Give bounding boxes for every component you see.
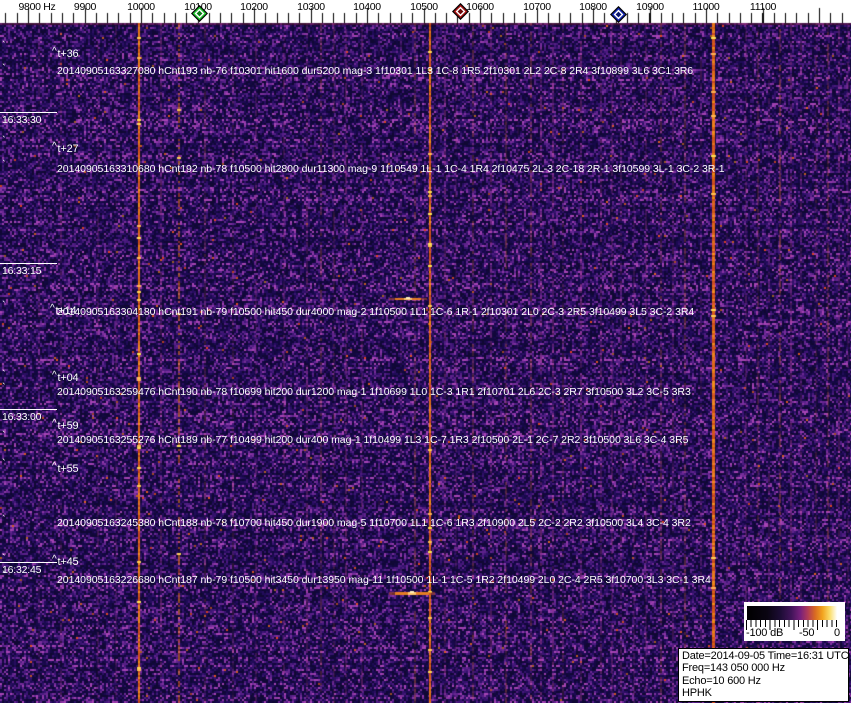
event-caret-icon: ^ <box>52 554 57 565</box>
info-line: Echo=10 600 Hz <box>682 674 761 687</box>
freq-tick-label: 10400 <box>353 1 381 13</box>
event-label-text: t+27 <box>57 143 79 155</box>
time-label: 16:33:30 <box>0 112 57 126</box>
row-tick-mark: ` <box>2 40 6 52</box>
echo-data-line: 20140905163259476 hCnt190 nb-78 f10699 h… <box>57 386 691 398</box>
time-tick-line <box>0 263 57 264</box>
freq-tick-label: 10800 <box>579 1 607 13</box>
red-diamond-marker[interactable] <box>451 2 469 20</box>
echo-data-line: 20140905163245380 hCnt188 nb-78 f10700 h… <box>57 517 691 529</box>
time-label: 16:32:45 <box>0 562 57 576</box>
spectrogram-canvas <box>0 0 851 703</box>
freq-tick-label: 10700 <box>523 1 551 13</box>
row-tick-mark: ` <box>2 369 6 381</box>
row-tick-mark: ` <box>2 553 6 565</box>
event-label-text: t+55 <box>57 463 79 475</box>
freq-tick-label: 10500 <box>410 1 438 13</box>
freq-tick-label: 11000 <box>692 1 720 13</box>
echo-data-line: 20140905163304180 hCnt191 nb-79 f10500 h… <box>57 306 695 318</box>
echo-data-line: 20140905163310680 hCnt192 nb-78 f10500 h… <box>57 163 725 175</box>
event-marker-label: ^t+36 <box>52 46 79 60</box>
event-marker-label: ^t+45 <box>52 554 79 568</box>
event-label-text: t+59 <box>57 420 79 432</box>
row-tick-mark: ` <box>2 382 6 394</box>
freq-tick-label: 9800 Hz <box>18 1 56 13</box>
info-line: HPHK <box>682 686 712 699</box>
time-label-text: 16:32:45 <box>2 564 42 576</box>
event-marker-label: ^t+04 <box>52 370 79 384</box>
event-caret-icon: ^ <box>50 303 55 314</box>
event-caret-icon: ^ <box>52 46 57 57</box>
event-marker-label: ^t+59 <box>52 418 79 432</box>
time-label-text: 16:33:00 <box>2 411 42 423</box>
time-label: 16:33:15 <box>0 263 57 277</box>
station-info-box: Date=2014-09-05 Time=16:31 UTC Freq=143 0… <box>678 648 849 702</box>
row-tick-mark: ` <box>2 300 6 312</box>
info-line: Freq=143 050 000 Hz <box>682 662 785 675</box>
time-label-text: 16:33:30 <box>2 114 42 126</box>
freq-tick-label: 10000 <box>127 1 155 13</box>
row-tick-mark: ` <box>2 135 6 147</box>
freq-tick-label: 10300 <box>297 1 325 13</box>
event-marker-label: ^t+27 <box>52 141 79 155</box>
event-label-text: t+45 <box>57 556 79 568</box>
freq-tick-label: 10600 <box>466 1 494 13</box>
db-scale-label: -100 dB <box>746 627 784 639</box>
event-label-text: t+36 <box>57 48 79 60</box>
echo-data-line: 20140905163226680 hCnt187 nb-79 f10500 h… <box>57 574 711 586</box>
row-tick-mark: ` <box>2 159 6 171</box>
row-tick-mark: ` <box>2 458 6 470</box>
echo-data-line: 20140905163255276 hCnt189 nb-77 f10499 h… <box>57 434 689 446</box>
db-scale-label: -50 <box>799 627 815 639</box>
event-caret-icon: ^ <box>52 461 57 472</box>
row-tick-mark: ` <box>2 570 6 582</box>
row-tick-mark: ` <box>2 430 6 442</box>
freq-tick-label: 10200 <box>240 1 268 13</box>
event-marker-label: ^t+55 <box>52 461 79 475</box>
row-tick-mark: ` <box>2 514 6 526</box>
info-line: Date=2014-09-05 Time=16:31 UTC <box>682 650 849 662</box>
time-tick-line <box>0 112 57 113</box>
time-tick-line <box>0 562 57 563</box>
time-label-text: 16:33:15 <box>2 265 42 277</box>
time-label: 16:33:00 <box>0 409 57 423</box>
freq-tick-label: 10900 <box>636 1 664 13</box>
event-label-text: t+04 <box>57 372 79 384</box>
event-caret-icon: ^ <box>52 141 57 152</box>
time-tick-line <box>0 409 57 410</box>
blue-diamond-marker[interactable] <box>609 5 627 23</box>
waterfall-display-window: 9800 Hz990010000101001020010300104001050… <box>0 0 851 703</box>
event-caret-icon: ^ <box>52 418 57 429</box>
row-tick-mark: ` <box>2 63 6 75</box>
color-gradient-bar <box>747 606 839 620</box>
db-color-scale: -100 dB -50 0 <box>744 602 845 641</box>
event-caret-icon: ^ <box>52 370 57 381</box>
green-diamond-marker[interactable] <box>190 4 208 22</box>
echo-data-line: 20140905163327080 hCnt193 nb-76 f10301 h… <box>57 65 694 77</box>
db-scale-label: 0 <box>834 627 840 639</box>
freq-tick-label: 9900 <box>73 1 97 13</box>
freq-tick-label: 11100 <box>749 1 777 13</box>
